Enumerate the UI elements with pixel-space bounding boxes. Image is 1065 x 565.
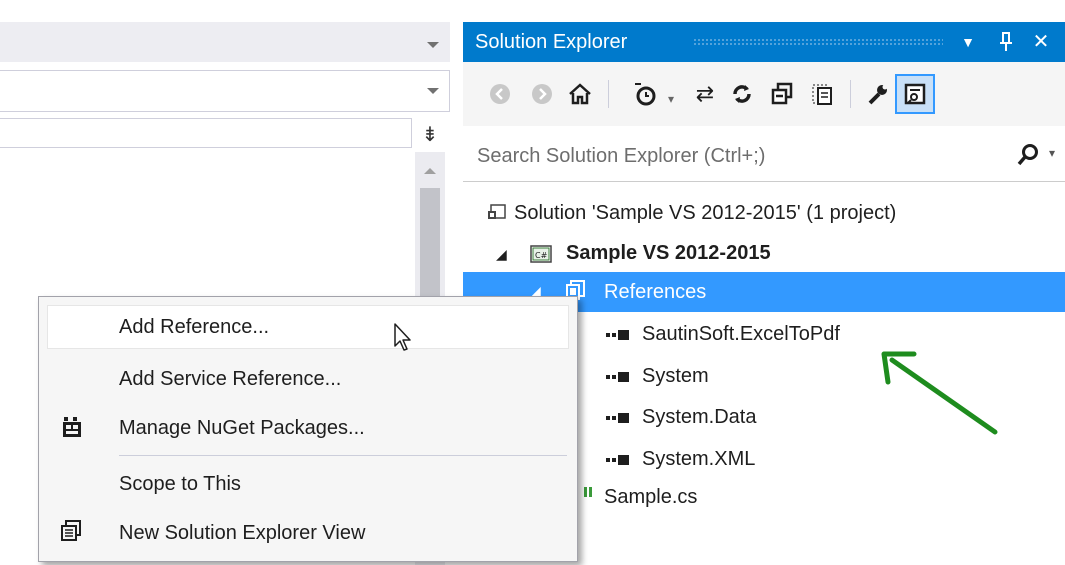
drag-grip[interactable]	[693, 38, 943, 46]
tree-item-references: References	[604, 281, 707, 303]
solution-explorer-titlebar: Solution Explorer ▼ ✕	[463, 22, 1065, 62]
mouse-cursor-icon	[394, 323, 411, 351]
properties-icon[interactable]	[858, 74, 898, 114]
scroll-up-icon[interactable]	[424, 168, 436, 174]
collapse-arrow-icon[interactable]: ◢	[496, 246, 507, 263]
assembly-icon	[606, 453, 632, 465]
pending-changes-filter-icon[interactable]	[625, 74, 665, 114]
toolbar-separator	[850, 80, 851, 108]
close-icon[interactable]: ✕	[1026, 22, 1056, 62]
annotation-arrow-icon	[881, 351, 998, 435]
panel-title: Solution Explorer	[475, 31, 628, 53]
new-view-icon	[59, 519, 85, 545]
menu-item-add-service-reference[interactable]: Add Service Reference...	[119, 365, 341, 393]
chevron-down-icon[interactable]	[427, 42, 439, 48]
context-menu: Add Reference... Add Service Reference..…	[38, 296, 578, 562]
csharp-file-icon	[582, 486, 594, 498]
back-icon[interactable]	[480, 74, 520, 114]
sync-icon[interactable]: ⇄	[685, 74, 725, 114]
home-icon[interactable]	[560, 74, 600, 114]
refresh-icon[interactable]	[722, 74, 762, 114]
assembly-icon	[606, 370, 632, 382]
solution-explorer-search[interactable]: Search Solution Explorer (Ctrl+;) ▾	[463, 128, 1065, 182]
forward-icon[interactable]	[522, 74, 562, 114]
show-all-files-icon[interactable]	[802, 74, 842, 114]
svg-text:C#: C#	[535, 251, 548, 260]
search-options-dropdown-icon[interactable]: ▾	[1049, 146, 1055, 160]
tree-item-reference[interactable]: System.Data	[642, 404, 756, 430]
tree-item-solution[interactable]: Solution 'Sample VS 2012-2015' (1 projec…	[514, 200, 896, 226]
search-input[interactable]: Search Solution Explorer (Ctrl+;)	[477, 128, 765, 184]
menu-separator	[119, 455, 567, 456]
filter-dropdown-icon[interactable]: ▾	[668, 92, 674, 106]
solution-icon	[487, 202, 507, 222]
tree-item-file[interactable]: Sample.cs	[604, 484, 697, 510]
menu-item-scope-to-this[interactable]: Scope to This	[119, 470, 241, 498]
menu-item-manage-nuget[interactable]: Manage NuGet Packages...	[119, 414, 365, 442]
chevron-down-icon[interactable]	[427, 88, 439, 94]
menu-item-new-solution-explorer-view[interactable]: New Solution Explorer View	[119, 519, 365, 547]
collapse-all-icon[interactable]	[762, 74, 802, 114]
scrollbar-thumb[interactable]	[420, 188, 440, 308]
splitter-icon[interactable]: ⇟	[420, 124, 440, 146]
tree-item-reference[interactable]: System	[642, 363, 709, 389]
nuget-icon	[59, 415, 85, 441]
toolbar-separator	[608, 80, 609, 108]
preview-selected-icon[interactable]	[895, 74, 935, 114]
window-position-dropdown-icon[interactable]: ▼	[953, 22, 983, 62]
navigation-dropdown[interactable]	[0, 70, 450, 112]
tree-item-reference[interactable]: System.XML	[642, 446, 755, 472]
csharp-project-icon: C#	[530, 243, 554, 265]
menu-item-add-reference[interactable]: Add Reference...	[119, 313, 269, 341]
assembly-icon	[606, 411, 632, 423]
editor-tab-strip	[0, 22, 450, 62]
pin-icon[interactable]	[991, 22, 1021, 62]
search-icon[interactable]	[1017, 128, 1039, 187]
tree-item-reference[interactable]: SautinSoft.ExcelToPdf	[642, 321, 840, 347]
member-dropdown[interactable]	[0, 118, 412, 148]
assembly-icon	[606, 328, 632, 340]
tree-item-project[interactable]: Sample VS 2012-2015	[566, 240, 771, 266]
